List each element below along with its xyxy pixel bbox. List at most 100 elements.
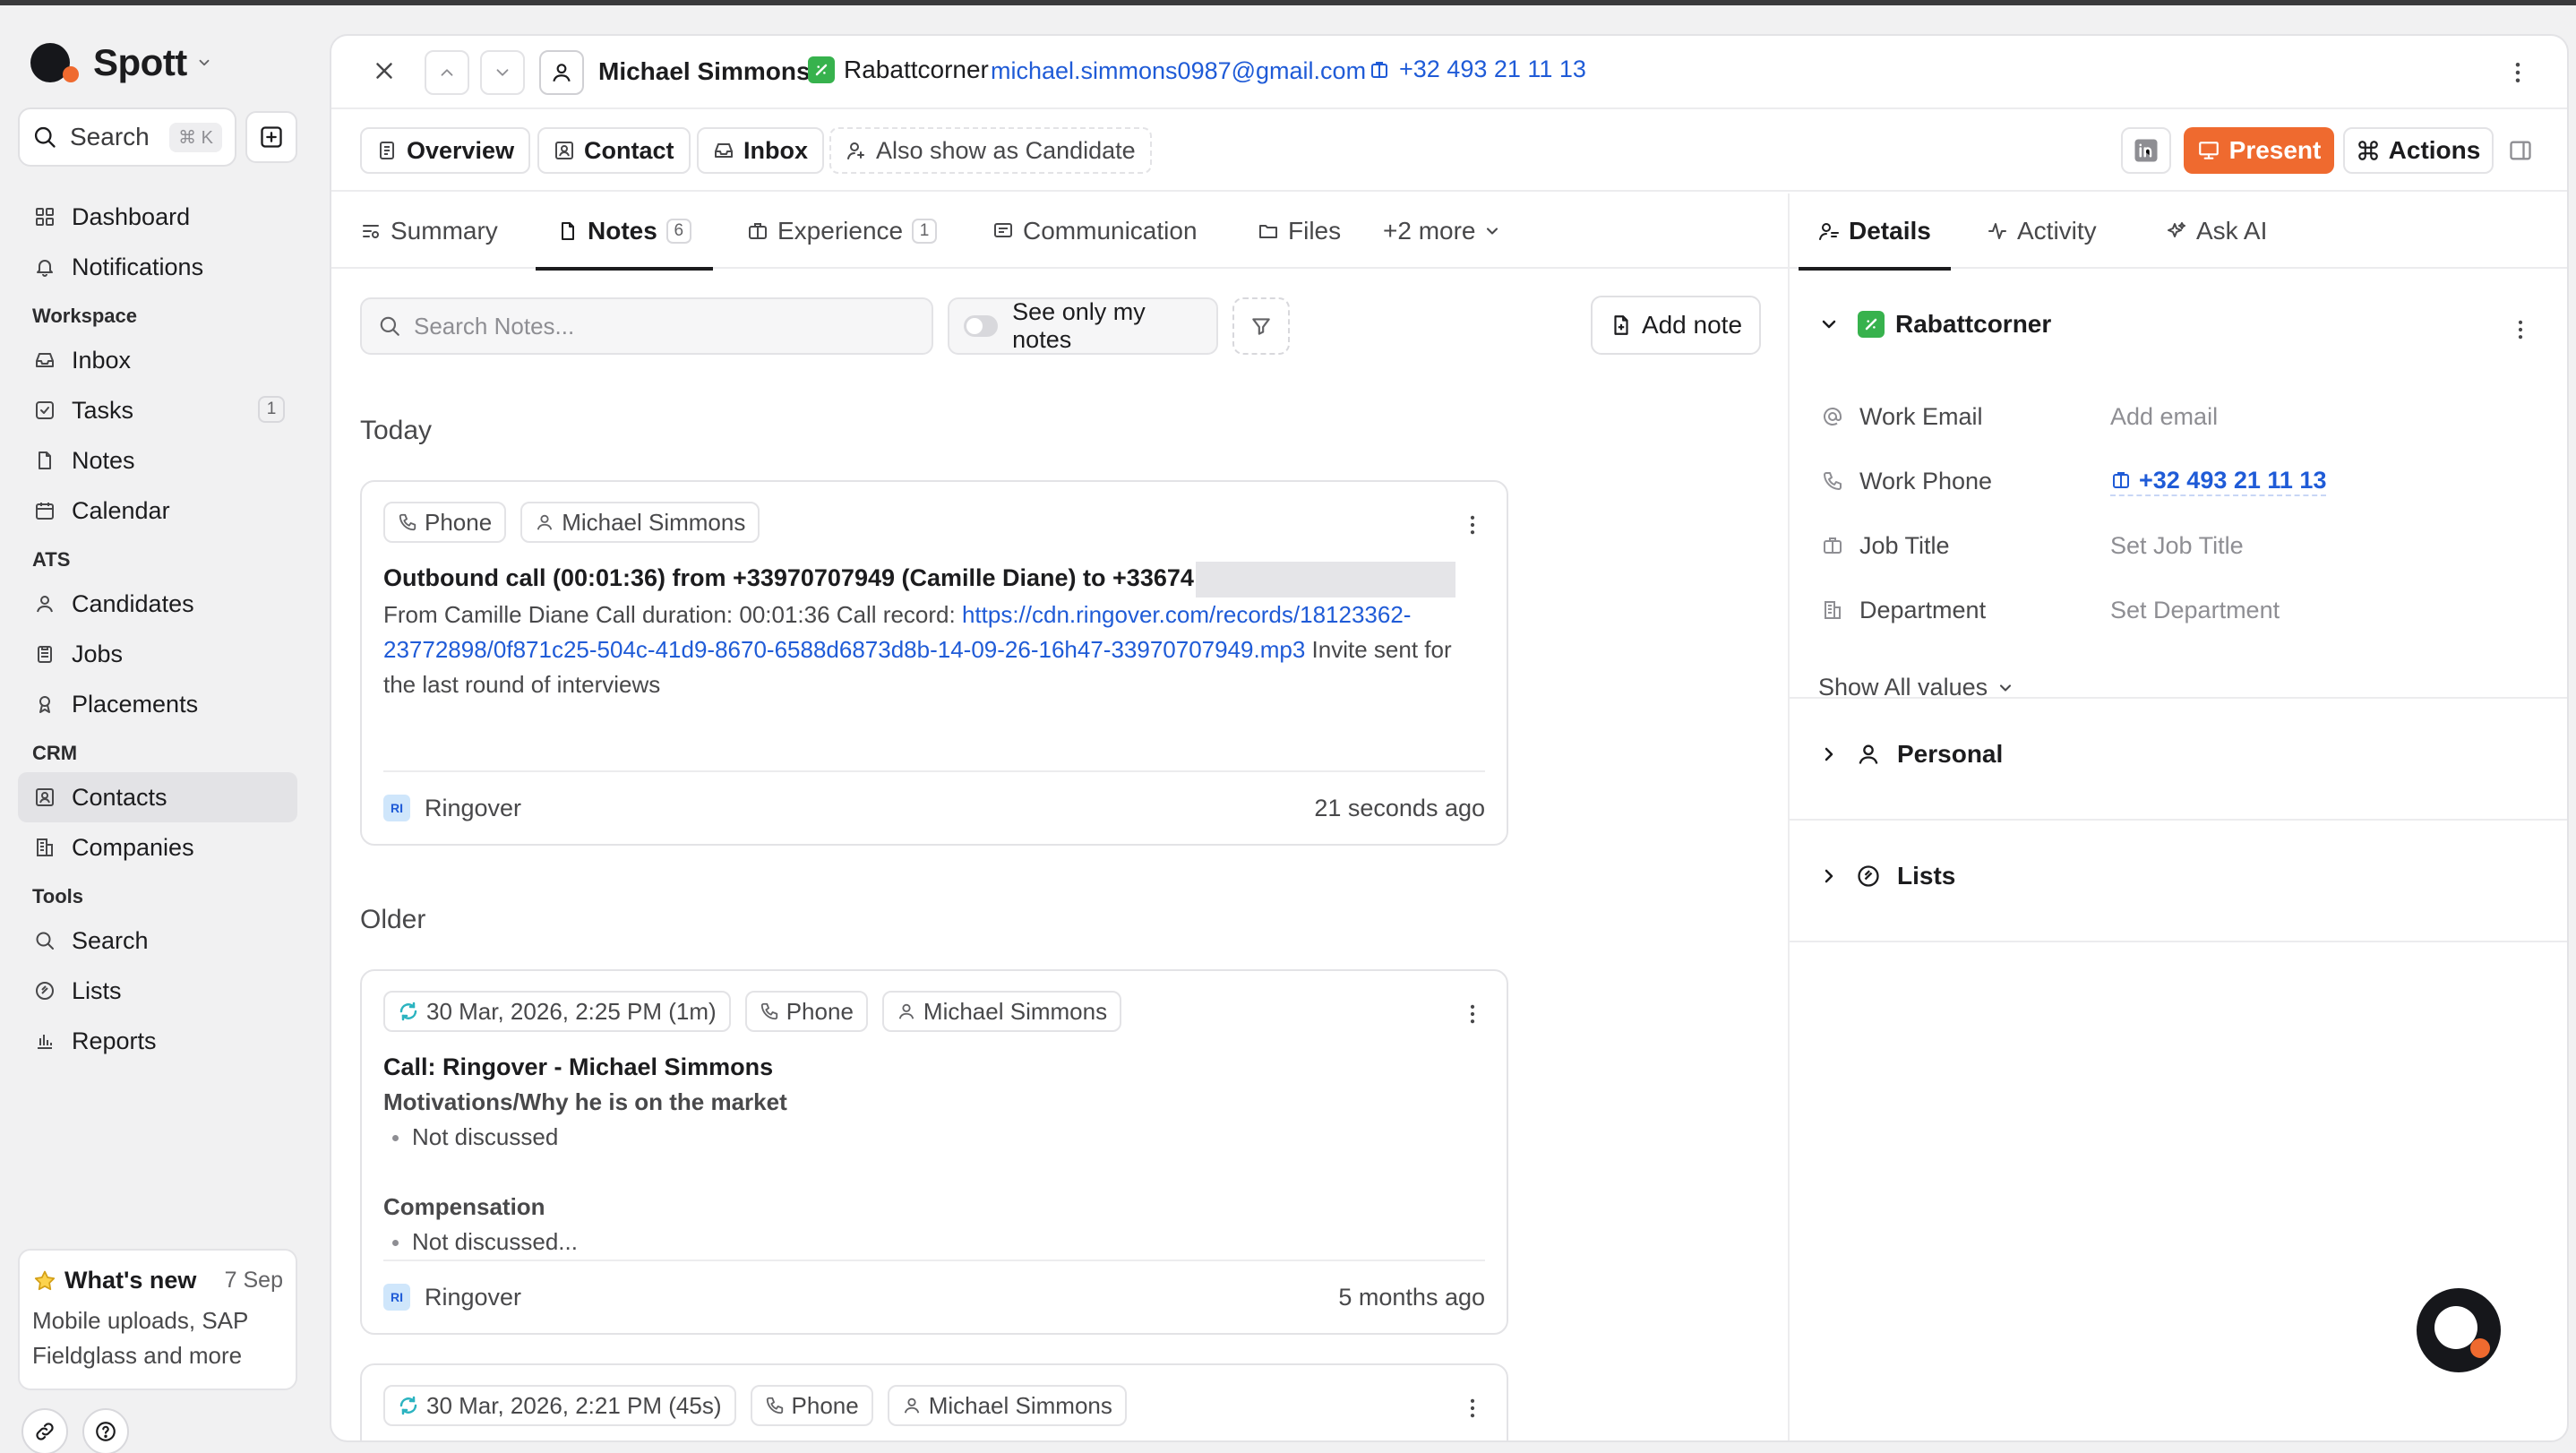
- sidebar-item-notifications[interactable]: Notifications: [18, 242, 297, 292]
- contact-phone-link[interactable]: +32 493 21 11 13: [1369, 56, 1586, 83]
- today-section-label: Today: [360, 416, 433, 445]
- phone-icon: [760, 1002, 779, 1021]
- set-job-title-link[interactable]: Set Job Title: [2110, 532, 2244, 560]
- help-icon: [94, 1420, 117, 1443]
- building-icon: [1818, 599, 1847, 621]
- phone-icon: [765, 1396, 785, 1415]
- chevron-down-icon: [1483, 222, 1501, 240]
- company-section-toggle[interactable]: Rabattcorner: [1818, 310, 2051, 339]
- note-chip-contact[interactable]: Michael Simmons: [887, 1385, 1127, 1426]
- tab-communication[interactable]: Communication: [992, 193, 1198, 269]
- personal-section-toggle[interactable]: Personal: [1818, 740, 2003, 769]
- section-divider: [1790, 819, 2567, 821]
- sidebar-item-search[interactable]: Search: [18, 916, 297, 966]
- sidebar-item-tasks[interactable]: Tasks 1: [18, 385, 297, 435]
- tab-experience[interactable]: Experience 1: [747, 193, 938, 269]
- linkedin-icon: [2133, 137, 2160, 164]
- workspace-switcher[interactable]: Spott: [30, 41, 212, 84]
- note-chip-contact[interactable]: Michael Simmons: [881, 991, 1122, 1032]
- whats-new-title: What's new: [64, 1267, 197, 1294]
- link-button[interactable]: [21, 1408, 68, 1453]
- actions-button[interactable]: Actions: [2343, 127, 2494, 174]
- sidebar-item-placements[interactable]: Placements: [18, 679, 297, 729]
- search-icon: [32, 125, 57, 150]
- contact-company-link[interactable]: Rabattcorner: [808, 56, 989, 84]
- more-vertical-icon[interactable]: [1460, 1396, 1485, 1421]
- sidebar-item-notes[interactable]: Notes: [18, 435, 297, 486]
- tab-notes[interactable]: Notes 6: [536, 193, 713, 271]
- older-section-label: Older: [360, 905, 426, 934]
- sidebar-section-crm: CRM: [32, 742, 78, 764]
- ringover-badge: RI: [383, 795, 410, 821]
- notes-search[interactable]: [360, 297, 933, 355]
- sidebar-item-lists[interactable]: Lists: [18, 966, 297, 1016]
- add-note-button[interactable]: Add note: [1591, 296, 1761, 355]
- contact-button[interactable]: Contact: [537, 127, 691, 174]
- company-logo-icon: [808, 56, 835, 83]
- overview-button[interactable]: Overview: [360, 127, 531, 174]
- whats-new-card[interactable]: What's new 7 Sep Mobile uploads, SAP Fie…: [18, 1249, 297, 1390]
- filter-icon: [1249, 314, 1273, 338]
- filter-button[interactable]: [1232, 297, 1290, 355]
- sidebar-item-inbox[interactable]: Inbox: [18, 335, 297, 385]
- linkedin-button[interactable]: [2121, 127, 2171, 174]
- sidebar-item-candidates[interactable]: Candidates: [18, 579, 297, 629]
- sidebar-item-companies[interactable]: Companies: [18, 822, 297, 873]
- present-button[interactable]: Present: [2184, 127, 2334, 174]
- also-show-as-candidate-button[interactable]: Also show as Candidate: [829, 127, 1152, 174]
- bell-icon: [30, 256, 59, 278]
- sidebar-item-calendar[interactable]: Calendar: [18, 486, 297, 536]
- star-icon: [32, 1268, 57, 1294]
- tab-activity[interactable]: Activity: [1987, 193, 2097, 269]
- contact-email-link[interactable]: michael.simmons0987@gmail.com: [991, 57, 1366, 85]
- tab-more[interactable]: +2 more: [1383, 193, 1510, 269]
- details-tabs: Details Activity Ask AI: [1790, 193, 2567, 271]
- plus-square-icon: [259, 125, 284, 150]
- notes-search-input[interactable]: [414, 312, 915, 340]
- person-icon: [902, 1396, 922, 1415]
- assistant-launcher-button[interactable]: [2417, 1288, 2501, 1372]
- more-vertical-icon[interactable]: [2504, 59, 2531, 86]
- sidebar-item-jobs[interactable]: Jobs: [18, 629, 297, 679]
- contact-name: Michael Simmons: [598, 57, 811, 85]
- building-icon: [2110, 469, 2132, 491]
- close-icon[interactable]: [371, 57, 398, 84]
- chevron-down-icon: [493, 63, 512, 82]
- lists-section-toggle[interactable]: Lists: [1818, 862, 1955, 890]
- contact-avatar: [539, 50, 584, 95]
- sidebar-item-reports[interactable]: Reports: [18, 1016, 297, 1066]
- sidebar-item-label: Tasks: [72, 396, 134, 424]
- note-card[interactable]: 30 Mar, 2026, 2:25 PM (1m) Phone Michael…: [360, 969, 1508, 1335]
- person-icon: [1856, 742, 1881, 767]
- tab-details[interactable]: Details: [1799, 193, 1951, 271]
- more-vertical-icon[interactable]: [2508, 317, 2533, 342]
- set-department-link[interactable]: Set Department: [2110, 597, 2280, 624]
- work-phone-link[interactable]: +32 493 21 11 13: [2110, 467, 2327, 496]
- inbox-button[interactable]: Inbox: [697, 127, 824, 174]
- toggle-switch[interactable]: [964, 315, 999, 337]
- chip-label: Michael Simmons: [928, 1391, 1112, 1419]
- chevron-right-icon: [1818, 865, 1840, 887]
- sidebar-item-dashboard[interactable]: Dashboard: [18, 192, 297, 242]
- chip-label: 30 Mar, 2026, 2:25 PM (1m): [426, 997, 717, 1025]
- note-add-icon: [1610, 314, 1633, 337]
- note-card[interactable]: 30 Mar, 2026, 2:21 PM (45s) Phone Michae…: [360, 1363, 1508, 1440]
- side-panel-icon[interactable]: [2508, 138, 2533, 163]
- tab-summary[interactable]: Summary: [360, 193, 498, 269]
- more-vertical-icon[interactable]: [1460, 1002, 1485, 1027]
- tab-ask-ai[interactable]: Ask AI: [2166, 193, 2267, 269]
- only-my-notes-toggle[interactable]: See only my notes: [948, 297, 1218, 355]
- help-button[interactable]: [82, 1408, 129, 1453]
- previous-record-button[interactable]: [425, 50, 469, 95]
- more-vertical-icon[interactable]: [1460, 512, 1485, 537]
- new-item-button[interactable]: [245, 111, 297, 163]
- tab-files[interactable]: Files: [1258, 193, 1341, 269]
- add-email-link[interactable]: Add email: [2110, 403, 2218, 431]
- link-icon: [33, 1420, 56, 1443]
- sidebar-item-contacts[interactable]: Contacts: [18, 772, 297, 822]
- note-chip-contact[interactable]: Michael Simmons: [520, 502, 760, 543]
- note-card[interactable]: Phone Michael Simmons Outbound call (00:…: [360, 480, 1508, 846]
- next-record-button[interactable]: [480, 50, 525, 95]
- global-search[interactable]: Search ⌘ K: [18, 107, 236, 167]
- note-source: Ringover: [425, 794, 522, 821]
